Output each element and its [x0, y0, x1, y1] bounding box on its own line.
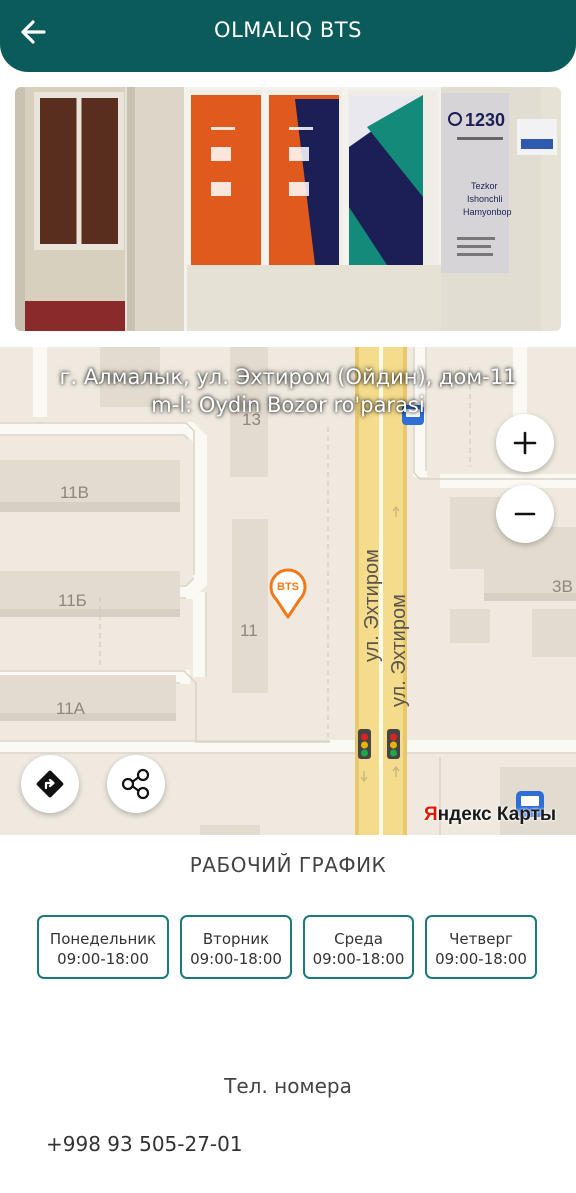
schedule-day-monday[interactable]: Понедельник 09:00-18:00: [37, 915, 169, 979]
day-name: Понедельник: [49, 930, 157, 948]
svg-text:Tezkor: Tezkor: [471, 181, 498, 191]
app-header: OLMALIQ BTS: [0, 0, 576, 72]
location-map[interactable]: 13 11В 11Б 11А 11 3В ул. Эхтиром ул. Эхт…: [0, 347, 576, 835]
map-label-11: 11: [240, 621, 258, 640]
day-hours: 09:00-18:00: [190, 950, 282, 968]
day-hours: 09:00-18:00: [312, 950, 405, 968]
zoom-out-button[interactable]: [496, 485, 554, 543]
branch-address: г. Алмалык, ул. Эхтиром (Ойдин), дом-11 …: [0, 363, 576, 419]
day-name: Вторник: [202, 930, 270, 948]
branch-photo: 1230 Tezkor Ishonchli Hamyonbop: [15, 87, 561, 331]
street-label-1: ул. Эхтиром: [361, 549, 383, 662]
day-hours: 09:00-18:00: [57, 950, 149, 968]
map-label-3v: 3В: [552, 577, 573, 596]
map-label-11b: 11Б: [58, 591, 87, 610]
yandex-maps-logo[interactable]: Яндекс Карты: [424, 804, 556, 826]
svg-text:BTS: BTS: [277, 581, 299, 593]
day-hours: 09:00-18:00: [435, 950, 527, 968]
day-name: Четверг: [449, 930, 513, 948]
svg-text:1230: 1230: [465, 110, 505, 130]
schedule-days: Понедельник 09:00-18:00 Вторник 09:00-18…: [37, 915, 537, 979]
map-label-11v: 11В: [60, 483, 89, 502]
zoom-in-button[interactable]: [496, 414, 554, 472]
share-button[interactable]: [107, 755, 165, 813]
plus-icon: [513, 431, 537, 455]
street-label-2: ул. Эхтиром: [388, 594, 410, 707]
route-icon: [36, 770, 64, 798]
address-line-2: m-l: Oydin Bozor ro'parasi: [151, 393, 425, 417]
address-line-1: г. Алмалык, ул. Эхтиром (Ойдин), дом-11: [59, 365, 517, 389]
share-icon: [121, 768, 150, 800]
phone-number-link[interactable]: +998 93 505-27-01: [46, 1132, 243, 1156]
schedule-day-tuesday[interactable]: Вторник 09:00-18:00: [180, 915, 292, 979]
svg-text:Ishonchli: Ishonchli: [467, 194, 503, 204]
schedule-title: РАБОЧИЙ ГРАФИК: [189, 853, 387, 877]
route-button[interactable]: [21, 755, 79, 813]
phones-title: Тел. номера: [224, 1074, 352, 1098]
svg-text:Hamyonbop: Hamyonbop: [463, 207, 512, 217]
schedule-day-wednesday[interactable]: Среда 09:00-18:00: [303, 915, 414, 979]
map-label-11a: 11А: [56, 699, 86, 718]
minus-icon: [514, 512, 536, 516]
day-name: Среда: [334, 930, 383, 948]
page-title: OLMALIQ BTS: [214, 18, 362, 42]
schedule-day-thursday[interactable]: Четверг 09:00-18:00: [425, 915, 537, 979]
